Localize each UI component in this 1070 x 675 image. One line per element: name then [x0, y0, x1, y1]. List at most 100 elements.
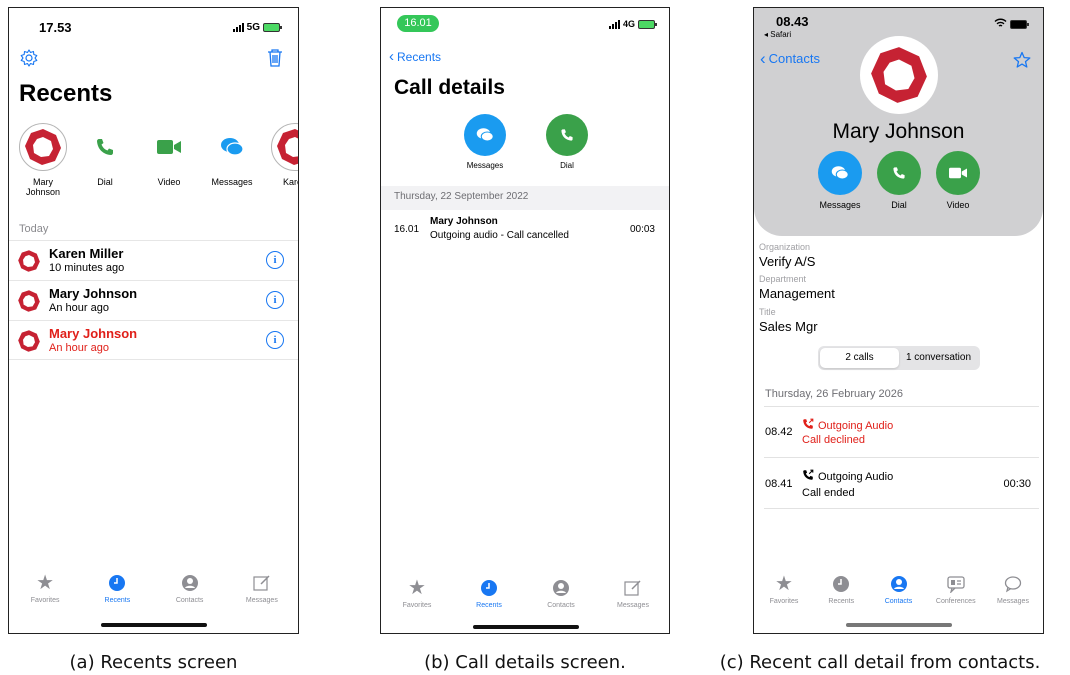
company-logo-icon — [17, 249, 41, 278]
tab-favorites[interactable]: ★ Favorites — [756, 574, 812, 605]
clock-icon — [831, 574, 851, 594]
tab-recents[interactable]: Recents — [813, 574, 869, 605]
tab-messages[interactable]: Messages — [603, 578, 663, 609]
battery-icon — [263, 23, 282, 32]
network-label: 4G — [622, 19, 635, 29]
tab-bar: ★ Favorites Recents Contacts Messages — [9, 573, 298, 604]
video-icon — [145, 123, 193, 171]
compose-icon — [623, 578, 643, 598]
avatar — [860, 36, 938, 114]
field-value: Sales Mgr — [759, 319, 818, 334]
messages-button[interactable]: Messages — [814, 151, 866, 210]
video-icon — [936, 151, 980, 195]
call-time: An hour ago — [49, 302, 109, 314]
messages-button[interactable]: Messages — [459, 114, 511, 170]
avatar — [271, 123, 298, 171]
quick-dial[interactable]: Dial — [75, 123, 135, 187]
call-entry[interactable]: 08.42 Outgoing Audio Call declined — [754, 410, 1043, 456]
list-item[interactable]: Mary Johnson An hour ago i — [9, 320, 298, 360]
contact-name: Mary Johnson — [832, 120, 965, 143]
signal-icon — [608, 19, 620, 29]
tab-recents[interactable]: Recents — [459, 578, 519, 609]
home-indicator — [473, 625, 579, 629]
caption-a: (a) Recents screen — [69, 652, 238, 673]
call-type: Outgoing Audio — [818, 420, 894, 432]
status-indicators: 4G — [608, 19, 657, 29]
back-label: Recents — [397, 50, 442, 64]
compose-icon — [252, 573, 272, 593]
quick-contact-mary[interactable]: Mary Johnson — [13, 123, 73, 197]
tab-favorites[interactable]: ★ Favorites — [387, 578, 447, 609]
chat-icon — [464, 114, 506, 156]
page-title: Recents — [19, 80, 113, 107]
company-logo-icon — [871, 47, 927, 103]
gear-icon[interactable] — [19, 48, 39, 73]
company-logo-icon — [17, 329, 41, 358]
call-details-screen: 16.01 4G ‹ Recents Call details Messages… — [380, 7, 670, 634]
quick-video[interactable]: Video — [139, 123, 199, 187]
status-indicators: 5G — [232, 22, 282, 33]
chevron-left-icon: ‹ — [760, 49, 766, 68]
chat-icon — [818, 151, 862, 195]
tab-favorites[interactable]: ★ Favorites — [15, 573, 75, 604]
caption-c: (c) Recent call detail from contacts. — [719, 652, 1041, 673]
section-header: Today — [19, 223, 49, 235]
call-contact: Mary Johnson — [430, 216, 498, 227]
call-duration: 00:03 — [629, 224, 655, 235]
wifi-icon — [994, 18, 1007, 31]
tab-contacts[interactable]: Contacts — [531, 578, 591, 609]
outgoing-call-icon — [802, 417, 814, 435]
info-icon[interactable]: i — [266, 331, 284, 349]
field-label: Department — [759, 274, 807, 284]
segment-calls[interactable]: 2 calls — [820, 348, 899, 368]
speech-bubble-icon — [1003, 574, 1023, 594]
quick-messages[interactable]: Messages — [202, 123, 262, 187]
dial-button[interactable]: Dial — [541, 114, 593, 170]
quick-label: Video — [157, 177, 181, 187]
divider — [764, 406, 1039, 407]
info-icon[interactable]: i — [266, 251, 284, 269]
trash-icon[interactable] — [266, 48, 284, 73]
status-time: 17.53 — [39, 20, 72, 35]
outgoing-call-icon — [802, 468, 814, 486]
page-title: Call details — [394, 76, 505, 99]
list-item[interactable]: Karen Miller 10 minutes ago i — [9, 240, 298, 280]
call-time: 08.42 — [765, 426, 793, 438]
date-header: Thursday, 22 September 2022 — [394, 191, 529, 202]
tab-conferences[interactable]: Conferences — [928, 574, 984, 605]
phone-icon — [877, 151, 921, 195]
call-time: 16.01 — [394, 224, 420, 235]
quick-label: Messages — [211, 177, 253, 187]
list-item[interactable]: Mary Johnson An hour ago i — [9, 280, 298, 320]
segment-conversation[interactable]: 1 conversation — [899, 348, 978, 368]
dial-button[interactable]: Dial — [873, 151, 925, 210]
back-button[interactable]: ‹ Contacts — [760, 49, 820, 68]
star-icon: ★ — [36, 572, 55, 594]
person-icon — [551, 578, 571, 598]
video-button[interactable]: Video — [932, 151, 984, 210]
call-entry[interactable]: 08.41 Outgoing Audio Call ended 00:30 — [754, 461, 1043, 507]
battery-icon — [1010, 20, 1029, 29]
tab-bar: ★ Favorites Recents Contacts Messages — [381, 578, 669, 609]
tab-recents[interactable]: Recents — [87, 573, 147, 604]
chat-icon — [208, 123, 256, 171]
back-button[interactable]: ‹ Recents — [389, 49, 442, 64]
field-label: Organization — [759, 242, 811, 252]
star-outline-icon[interactable] — [1013, 51, 1031, 74]
contact-name: Mary Johnson — [49, 326, 138, 341]
tab-contacts[interactable]: Contacts — [160, 573, 220, 604]
tab-messages[interactable]: Messages — [232, 573, 292, 604]
network-label: 5G — [246, 22, 260, 33]
star-icon: ★ — [408, 577, 426, 599]
call-entry[interactable]: 16.01 Mary Johnson Outgoing audio - Call… — [381, 213, 669, 251]
back-to-app[interactable]: ◂ Safari — [764, 30, 791, 39]
back-label: Contacts — [768, 51, 820, 66]
quick-label: Mary Johnson — [25, 177, 61, 197]
divider — [764, 457, 1039, 458]
field-value: Verify A/S — [759, 254, 816, 269]
quick-contact-karen[interactable]: Karen — [265, 123, 298, 187]
tab-messages[interactable]: Messages — [985, 574, 1041, 605]
tab-contacts[interactable]: Contacts — [871, 574, 927, 605]
caption-b: (b) Call details screen. — [424, 652, 626, 673]
info-icon[interactable]: i — [266, 291, 284, 309]
